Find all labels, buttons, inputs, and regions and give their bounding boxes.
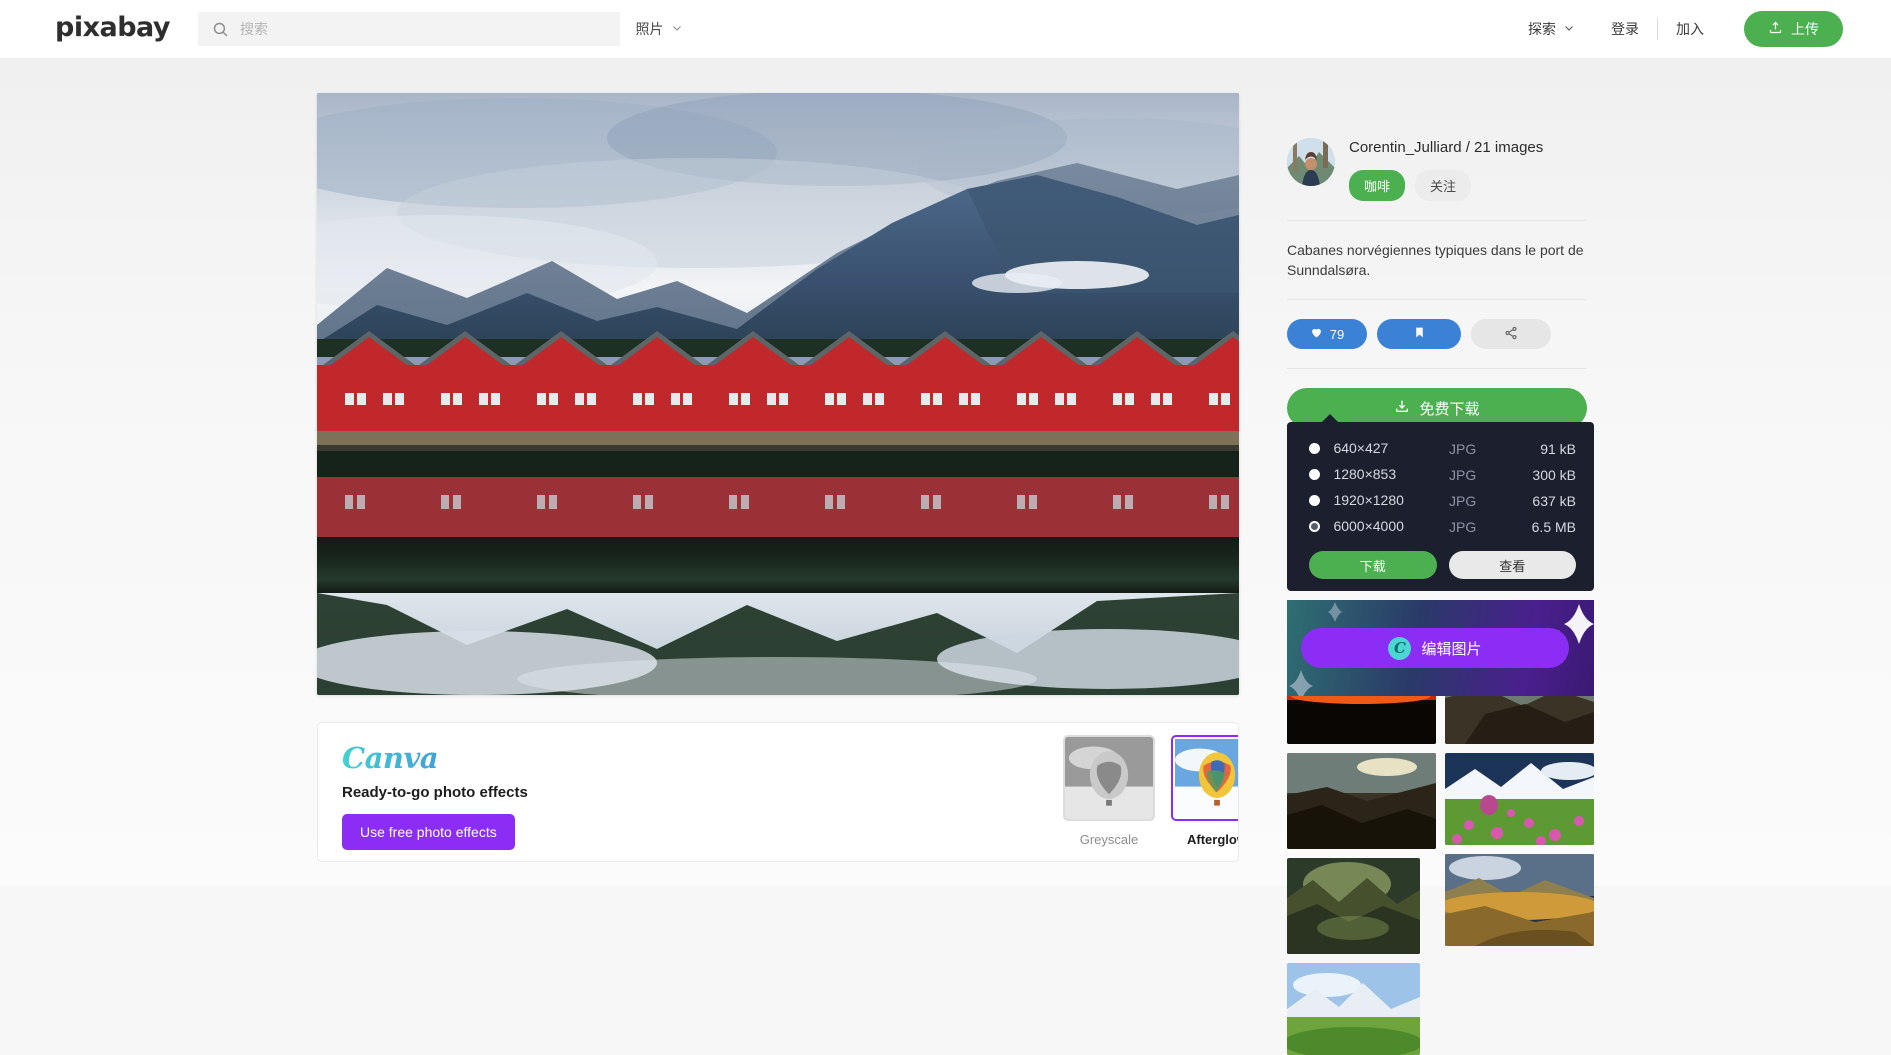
photo-effects-list: Greyscale Afterglo [1063, 735, 1238, 847]
like-button[interactable]: 79 [1287, 319, 1367, 349]
download-option-row[interactable]: 1280×853 JPG 300 kB [1287, 462, 1594, 488]
nav-explore-label: 探索 [1528, 21, 1556, 37]
download-option-format: JPG [1449, 441, 1477, 457]
edit-image-button[interactable]: C 编辑图片 [1301, 628, 1569, 668]
download-panel-footer: 下载 查看 [1287, 540, 1594, 579]
bookmark-icon [1413, 325, 1426, 343]
download-option-row[interactable]: 6000×4000 JPG 6.5 MB [1287, 514, 1594, 540]
download-confirm-button[interactable]: 下载 [1309, 551, 1437, 579]
download-option-size: 1280×853 [1333, 466, 1397, 482]
header-nav: 探索 登录 加入 上传 [1510, 0, 1843, 58]
nav-login[interactable]: 登录 [1593, 18, 1657, 40]
download-option-bytes: 6.5 MB [1531, 519, 1576, 535]
related-image[interactable] [1287, 753, 1436, 849]
download-option-bytes: 637 kB [1532, 493, 1576, 509]
related-image[interactable] [1287, 858, 1420, 954]
effect-label-afterglow: Afterglow [1187, 832, 1238, 847]
radio-icon[interactable] [1309, 495, 1320, 506]
radio-icon-selected[interactable] [1309, 521, 1320, 532]
author-name[interactable]: Corentin_Julliard / 21 images [1349, 138, 1543, 158]
nav-login-label: 登录 [1611, 21, 1639, 37]
related-images-grid [1287, 648, 1594, 1055]
download-option-format: JPG [1449, 519, 1477, 535]
search-input[interactable] [240, 21, 620, 37]
divider [1287, 368, 1587, 369]
related-image[interactable] [1287, 963, 1420, 1055]
radio-icon[interactable] [1309, 469, 1320, 480]
site-header: pixabay 照片 探索 登录 [0, 0, 1891, 58]
nav-join-label: 加入 [1676, 21, 1704, 37]
effect-afterglow[interactable]: Afterglow [1171, 735, 1238, 847]
effect-thumb-afterglow [1171, 735, 1238, 821]
download-icon [1394, 398, 1410, 418]
download-option-size-cell: 640×427 [1309, 440, 1449, 458]
detail-sidebar: Corentin_Julliard / 21 images 咖啡 关注 Caba… [1287, 138, 1587, 428]
canva-logo: Canva [342, 741, 702, 775]
pixabay-logo[interactable]: pixabay [55, 12, 171, 43]
buy-coffee-button[interactable]: 咖啡 [1349, 170, 1406, 201]
image-actions: 79 [1287, 319, 1587, 349]
search-icon [212, 21, 229, 38]
main-column: Canva Ready-to-go photo effects Use free… [317, 93, 1239, 862]
download-option-row[interactable]: 640×427 JPG 91 kB [1287, 436, 1594, 462]
download-option-size: 1920×1280 [1333, 492, 1404, 508]
effect-label-greyscale: Greyscale [1079, 832, 1139, 847]
download-option-bytes: 91 kB [1540, 441, 1576, 457]
canva-promo-card: Canva Ready-to-go photo effects Use free… [317, 722, 1239, 862]
save-button[interactable] [1377, 319, 1461, 349]
nav-join[interactable]: 加入 [1658, 18, 1722, 40]
author-block: Corentin_Julliard / 21 images 咖啡 关注 [1287, 138, 1587, 201]
share-icon [1504, 326, 1518, 343]
author-actions: 咖啡 关注 [1349, 170, 1543, 201]
view-button[interactable]: 查看 [1448, 551, 1576, 579]
page-body: Canva Ready-to-go photo effects Use free… [0, 58, 1891, 1055]
canva-promo-left: Canva Ready-to-go photo effects Use free… [342, 741, 702, 850]
canva-tagline: Ready-to-go photo effects [342, 784, 528, 801]
download-options-panel: 640×427 JPG 91 kB 1280×853 JPG 300 kB 19… [1287, 414, 1594, 591]
search-type-dropdown[interactable]: 照片 [620, 12, 698, 46]
download-option-format: JPG [1449, 467, 1477, 483]
download-option-size-cell: 1920×1280 [1309, 492, 1449, 510]
download-option-bytes: 300 kB [1532, 467, 1576, 483]
download-option-format: JPG [1449, 493, 1477, 509]
like-count: 79 [1329, 326, 1345, 342]
download-option-size-cell: 6000×4000 [1309, 518, 1449, 536]
search-bar[interactable]: 照片 [198, 12, 698, 46]
upload-label: 上传 [1791, 21, 1819, 37]
edit-image-label: 编辑图片 [1421, 640, 1482, 658]
heart-icon [1310, 326, 1323, 342]
effect-greyscale[interactable]: Greyscale [1063, 735, 1155, 847]
radio-icon[interactable] [1309, 443, 1320, 454]
download-option-row[interactable]: 1920×1280 JPG 637 kB [1287, 488, 1594, 514]
related-image[interactable] [1445, 753, 1594, 845]
edit-image-banner: C 编辑图片 [1287, 600, 1594, 696]
free-download-label: 免费下载 [1419, 400, 1480, 418]
upload-button[interactable]: 上传 [1744, 11, 1843, 47]
canva-c-icon: C [1388, 636, 1412, 660]
related-grid-column [1287, 648, 1436, 1055]
upload-icon [1768, 20, 1783, 38]
download-option-size: 640×427 [1333, 440, 1389, 456]
effect-thumb-greyscale [1063, 735, 1155, 821]
search-type-label: 照片 [635, 21, 664, 37]
avatar[interactable] [1287, 138, 1335, 186]
use-free-photo-effects-button[interactable]: Use free photo effects [342, 814, 515, 850]
follow-button[interactable]: 关注 [1415, 170, 1472, 201]
related-image[interactable] [1445, 854, 1594, 946]
divider [1287, 299, 1587, 300]
chevron-down-icon [1563, 21, 1575, 37]
share-button[interactable] [1471, 319, 1551, 349]
author-info: Corentin_Julliard / 21 images 咖啡 关注 [1349, 138, 1543, 201]
download-option-size-cell: 1280×853 [1309, 466, 1449, 484]
nav-explore[interactable]: 探索 [1510, 18, 1593, 40]
main-photo[interactable] [317, 93, 1239, 695]
chevron-down-icon [671, 21, 683, 37]
related-grid-column [1445, 648, 1594, 1055]
divider [1287, 220, 1587, 221]
image-description: Cabanes norvégiennes typiques dans le po… [1287, 242, 1584, 278]
download-option-size: 6000×4000 [1333, 518, 1404, 534]
